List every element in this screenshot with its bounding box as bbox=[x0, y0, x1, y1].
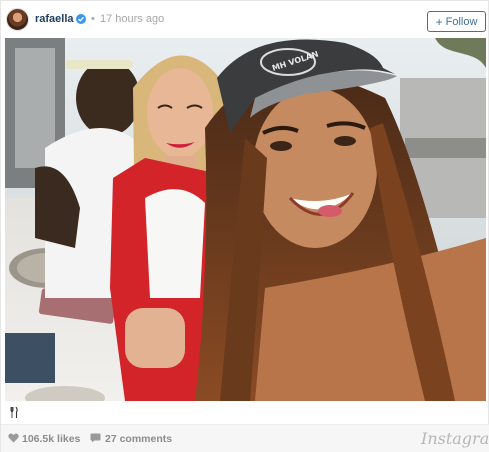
post-photo[interactable]: MH VOLAN bbox=[5, 38, 486, 401]
selfie-image: MH VOLAN bbox=[5, 38, 486, 401]
fork-knife-icon bbox=[10, 406, 18, 418]
comments-count[interactable]: 27 comments bbox=[105, 433, 172, 445]
post-header: rafaella • 17 hours ago + Follow bbox=[1, 1, 489, 39]
separator-dot: • bbox=[91, 13, 95, 25]
post-footer: 106.5k likes 27 comments Instagram bbox=[1, 424, 489, 452]
follow-button[interactable]: + Follow bbox=[427, 11, 486, 32]
plus-icon: + bbox=[435, 14, 443, 29]
verified-badge-icon bbox=[76, 14, 86, 24]
username-link[interactable]: rafaella bbox=[35, 13, 74, 25]
instagram-logo[interactable]: Instagram bbox=[421, 429, 489, 448]
avatar[interactable] bbox=[6, 8, 29, 31]
follow-label: Follow bbox=[445, 15, 478, 28]
comment-bubble-icon[interactable] bbox=[90, 433, 101, 443]
caption bbox=[10, 406, 18, 421]
post-timestamp[interactable]: 17 hours ago bbox=[100, 13, 164, 25]
instagram-embed-card: rafaella • 17 hours ago + Follow MH VOLA… bbox=[0, 0, 489, 452]
heart-icon[interactable] bbox=[8, 433, 19, 443]
likes-count[interactable]: 106.5k likes bbox=[22, 433, 80, 445]
